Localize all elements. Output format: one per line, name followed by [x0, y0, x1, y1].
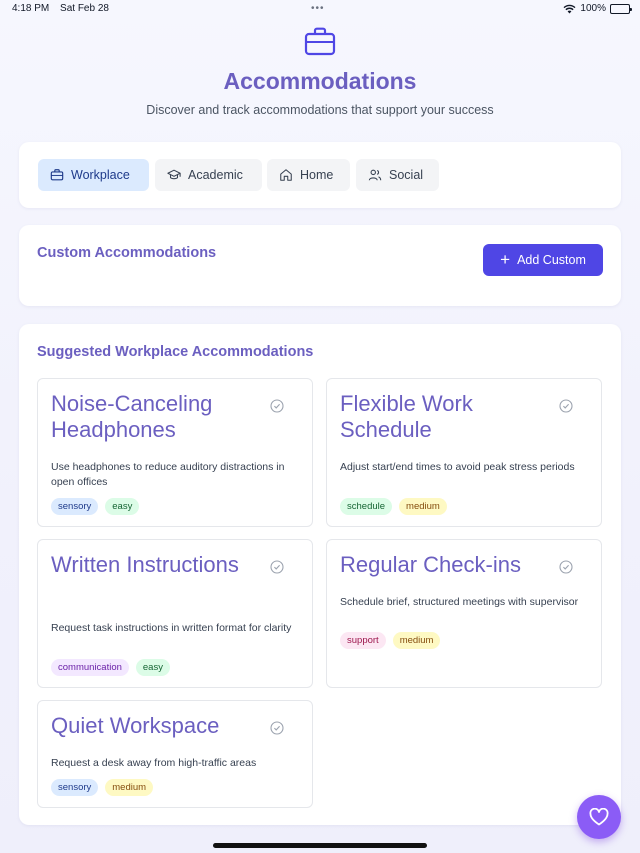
- tab-workplace[interactable]: Workplace: [38, 159, 149, 191]
- tag: medium: [392, 632, 441, 649]
- tab-home[interactable]: Home: [267, 159, 350, 191]
- accommodation-title: Noise-Canceling Headphones: [51, 391, 213, 442]
- tag-list: communication easy: [51, 659, 170, 676]
- tab-label: Workplace: [71, 168, 130, 182]
- users-icon: [368, 169, 382, 181]
- favorites-fab[interactable]: [577, 795, 621, 839]
- accommodation-title: Quiet Workspace: [51, 713, 220, 738]
- accommodation-card[interactable]: Written Instructions Request task instru…: [37, 539, 313, 688]
- multitasking-dots[interactable]: •••: [311, 3, 325, 14]
- accommodation-description: Request a desk away from high-traffic ar…: [51, 757, 257, 769]
- accommodation-description: Request task instructions in written for…: [51, 622, 292, 634]
- page-title: Accommodations: [223, 68, 417, 94]
- tab-label: Academic: [188, 168, 243, 182]
- accommodation-card[interactable]: Noise-Canceling Headphones Use headphone…: [37, 378, 313, 527]
- tag-list: schedule medium: [340, 498, 447, 515]
- suggested-section-title: Suggested Workplace Accommodations: [37, 344, 314, 360]
- tag-list: support medium: [340, 632, 441, 649]
- status-right: 100%: [563, 3, 632, 14]
- add-custom-button[interactable]: + Add Custom: [483, 244, 603, 276]
- home-indicator[interactable]: [213, 843, 427, 848]
- accommodation-description: Use headphones to reduce auditory distra…: [51, 461, 285, 488]
- briefcase-icon: [50, 169, 64, 181]
- accommodation-description: Schedule brief, structured meetings with…: [340, 596, 579, 608]
- check-circle-icon[interactable]: [559, 560, 573, 574]
- accommodation-title: Flexible Work Schedule: [340, 391, 473, 442]
- add-custom-label: Add Custom: [517, 253, 586, 267]
- tab-social[interactable]: Social: [356, 159, 439, 191]
- status-bar: 4:18 PM Sat Feb 28 ••• 100%: [0, 0, 640, 18]
- status-left: 4:18 PM Sat Feb 28: [12, 3, 117, 14]
- tab-academic[interactable]: Academic: [155, 159, 262, 191]
- status-date: Sat Feb 28: [60, 3, 109, 14]
- battery-percent: 100%: [580, 3, 606, 14]
- wifi-icon: [563, 4, 576, 13]
- category-tabs: Workplace Academic Home Social: [19, 142, 621, 208]
- tag: easy: [105, 498, 140, 515]
- tag: easy: [135, 659, 170, 676]
- custom-accommodations-section: Custom Accommodations + Add Custom: [19, 225, 621, 306]
- page-subtitle: Discover and track accommodations that s…: [146, 103, 494, 117]
- tag: sensory: [51, 779, 99, 796]
- accommodation-card[interactable]: Quiet Workspace Request a desk away from…: [37, 700, 313, 808]
- heart-icon: [589, 808, 609, 826]
- tag: communication: [51, 659, 129, 676]
- tag: sensory: [51, 498, 99, 515]
- graduation-cap-icon: [167, 169, 181, 180]
- check-circle-icon[interactable]: [270, 399, 284, 413]
- briefcase-icon: [304, 27, 336, 56]
- accommodation-title: Written Instructions: [51, 552, 239, 577]
- accommodation-card[interactable]: Flexible Work Schedule Adjust start/end …: [326, 378, 602, 527]
- tag: schedule: [340, 498, 393, 515]
- custom-section-title: Custom Accommodations: [37, 245, 217, 261]
- tag: medium: [399, 498, 447, 515]
- suggested-accommodations-section: Suggested Workplace Accommodations Noise…: [19, 324, 621, 825]
- check-circle-icon[interactable]: [270, 560, 284, 574]
- tab-label: Social: [389, 168, 424, 182]
- check-circle-icon[interactable]: [270, 721, 284, 735]
- tag: support: [340, 632, 386, 649]
- tab-label: Home: [300, 168, 334, 182]
- plus-icon: +: [500, 250, 511, 269]
- check-circle-icon[interactable]: [559, 399, 573, 413]
- tag-list: sensory easy: [51, 498, 140, 515]
- tag-list: sensory medium: [51, 779, 154, 796]
- battery-icon: [610, 3, 632, 14]
- status-time: 4:18 PM: [12, 3, 50, 14]
- home-icon: [280, 169, 292, 181]
- accommodation-description: Adjust start/end times to avoid peak str…: [340, 461, 575, 473]
- accommodation-title: Regular Check-ins: [340, 552, 521, 577]
- tag: medium: [105, 779, 154, 796]
- accommodation-card[interactable]: Regular Check-ins Schedule brief, struct…: [326, 539, 602, 688]
